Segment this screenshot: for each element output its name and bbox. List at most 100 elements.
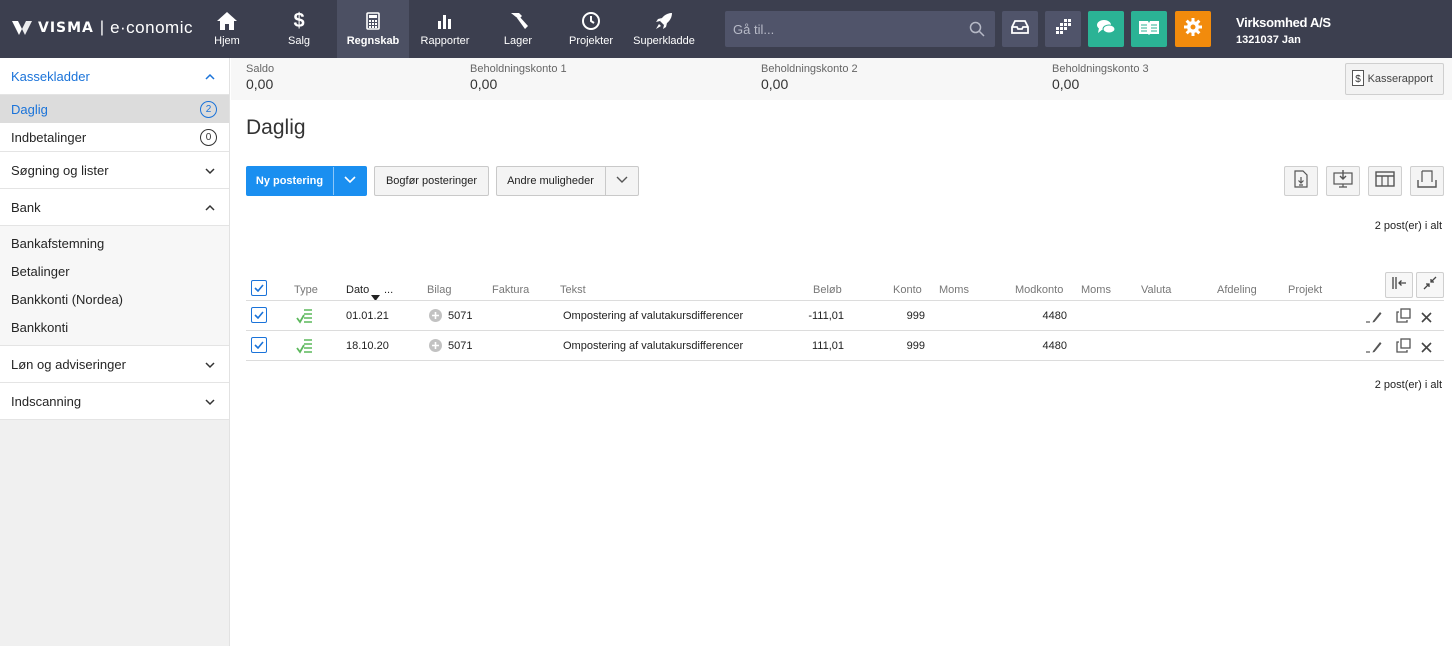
sidebar-section-label: Løn og adviseringer — [11, 356, 126, 372]
column-header-modkonto[interactable]: Modkonto — [1015, 284, 1063, 296]
export-button[interactable] — [1326, 166, 1360, 196]
column-header-type[interactable]: Type — [294, 284, 318, 296]
other-options-button[interactable]: Andre muligheder — [496, 166, 639, 196]
nav-item-regnskab[interactable]: Regnskab — [337, 0, 409, 58]
inbox-button[interactable] — [1002, 11, 1038, 47]
saldo-value: 0,00 — [246, 76, 274, 92]
delete-icon[interactable] — [1421, 310, 1432, 328]
beholdningskonto-1-value: 0,00 — [470, 76, 498, 92]
beholdningskonto-3-summary: Beholdningskonto 3 0,00 — [1052, 63, 1149, 92]
column-header-tekst[interactable]: Tekst — [560, 284, 586, 296]
nav-item-salg[interactable]: $ Salg — [263, 0, 335, 58]
row-checkbox[interactable] — [251, 337, 267, 353]
cell-konto: 999 — [906, 340, 925, 352]
compress-view-button[interactable] — [1416, 272, 1444, 298]
balance-summary: Saldo 0,00 Beholdningskonto 1 0,00 Behol… — [231, 58, 1452, 100]
print-button[interactable] — [1410, 166, 1444, 196]
column-menu[interactable]: ... — [384, 284, 393, 296]
cell-beloeb: 111,01 — [811, 340, 844, 352]
edit-icon[interactable] — [1366, 339, 1382, 358]
table-row[interactable]: 01.01.21 5071 Ompostering af valutakursd… — [246, 301, 1444, 331]
search-input[interactable] — [725, 11, 955, 47]
import-file-button[interactable] — [1284, 166, 1318, 196]
table-row[interactable]: 18.10.20 5071 Ompostering af valutakursd… — [246, 331, 1444, 361]
nav-item-superkladde[interactable]: Superkladde — [628, 0, 700, 58]
copy-icon[interactable] — [1396, 308, 1411, 328]
visma-logo-icon — [12, 21, 32, 35]
nav-item-label: Salg — [287, 35, 311, 47]
cell-modkonto: 4480 — [1042, 340, 1067, 352]
columns-button[interactable] — [1368, 166, 1402, 196]
tray-icon — [1417, 169, 1437, 193]
attachment-plus-icon[interactable] — [429, 309, 442, 322]
delete-icon[interactable] — [1421, 340, 1432, 358]
select-all-checkbox[interactable] — [251, 280, 267, 296]
sidebar-item-bankkonti[interactable]: Bankkonti — [0, 313, 229, 341]
kasserapport-label: Kasserapport — [1367, 73, 1433, 85]
column-header-faktura[interactable]: Faktura — [492, 284, 529, 296]
sidebar-item-label: Bankafstemning — [11, 235, 105, 251]
nav-item-label: Lager — [503, 35, 533, 47]
row-checkbox[interactable] — [251, 307, 267, 323]
column-header-bilag[interactable]: Bilag — [427, 284, 451, 296]
nav-item-lager[interactable]: Lager — [482, 0, 554, 58]
calculator-icon — [366, 10, 380, 32]
sidebar-section-soegning[interactable]: Søgning og lister — [0, 152, 229, 189]
clock-icon — [581, 10, 601, 32]
hammer-icon — [507, 10, 529, 32]
nav-item-label: Superkladde — [633, 35, 695, 47]
sidebar-item-betalinger[interactable]: Betalinger — [0, 257, 229, 285]
chevron-down-icon — [205, 164, 215, 179]
nav-item-hjem[interactable]: Hjem — [191, 0, 263, 58]
sidebar-item-daglig[interactable]: Daglig 2 — [0, 95, 229, 123]
search-icon[interactable] — [969, 21, 985, 42]
other-options-dropdown[interactable] — [605, 167, 638, 195]
copy-icon[interactable] — [1396, 338, 1411, 358]
help-book-button[interactable] — [1131, 11, 1167, 47]
collapse-columns-button[interactable] — [1385, 272, 1413, 298]
column-header-dato[interactable]: Dato — [346, 284, 369, 296]
chevron-up-icon — [205, 201, 215, 216]
sidebar-section-loen[interactable]: Løn og adviseringer — [0, 346, 229, 383]
new-entry-label: Ny postering — [255, 175, 324, 187]
beholdningskonto-3-value: 0,00 — [1052, 76, 1080, 92]
column-header-afdeling[interactable]: Afdeling — [1217, 284, 1257, 296]
entry-count-bottom: 2 post(er) i alt — [1374, 379, 1442, 391]
sidebar-item-label: Bankkonti (Nordea) — [11, 291, 123, 307]
visma-economic-logo[interactable]: VISMA | e·conomic — [12, 17, 193, 39]
chat-button[interactable] — [1088, 11, 1124, 47]
kasserapport-button[interactable]: $ Kasserapport — [1344, 63, 1444, 95]
cell-dato: 18.10.20 — [346, 340, 389, 352]
apps-button[interactable] — [1045, 11, 1081, 47]
sidebar-item-label: Indbetalinger — [11, 129, 87, 145]
new-entry-dropdown[interactable] — [333, 167, 366, 195]
beholdningskonto-1-label: Beholdningskonto 1 — [470, 63, 567, 75]
edit-icon[interactable] — [1366, 309, 1382, 328]
page-title: Daglig — [246, 116, 306, 139]
nav-item-projekter[interactable]: Projekter — [555, 0, 627, 58]
sidebar-item-bankkonti-nordea[interactable]: Bankkonti (Nordea) — [0, 285, 229, 313]
saldo-summary: Saldo 0,00 — [246, 63, 274, 92]
beholdningskonto-3-label: Beholdningskonto 3 — [1052, 63, 1149, 75]
home-icon — [216, 10, 238, 32]
sidebar-item-bankafstemning[interactable]: Bankafstemning — [0, 229, 229, 257]
post-entries-button[interactable]: Bogfør posteringer — [374, 166, 489, 196]
nav-item-rapporter[interactable]: Rapporter — [409, 0, 481, 58]
new-entry-button[interactable]: Ny postering — [246, 166, 367, 196]
sidebar-section-kassekladder[interactable]: Kassekladder — [0, 58, 229, 95]
sidebar-section-indscanning[interactable]: Indscanning — [0, 383, 229, 420]
attachment-plus-icon[interactable] — [429, 339, 442, 352]
column-header-moms[interactable]: Moms — [939, 284, 969, 296]
column-header-konto[interactable]: Konto — [893, 284, 922, 296]
settings-button[interactable] — [1175, 11, 1211, 47]
cell-konto: 999 — [906, 310, 925, 322]
sidebar-section-bank[interactable]: Bank — [0, 189, 229, 226]
column-header-projekt[interactable]: Projekt — [1288, 284, 1322, 296]
column-header-beloeb[interactable]: Beløb — [813, 284, 842, 296]
company-info[interactable]: Virksomhed A/S 1321037 Jan — [1236, 15, 1331, 46]
column-header-valuta[interactable]: Valuta — [1141, 284, 1171, 296]
sidebar-item-indbetalinger[interactable]: Indbetalinger 0 — [0, 123, 229, 152]
count-badge: 0 — [200, 129, 217, 146]
column-header-moms-2[interactable]: Moms — [1081, 284, 1111, 296]
table-columns-icon — [1375, 170, 1395, 192]
